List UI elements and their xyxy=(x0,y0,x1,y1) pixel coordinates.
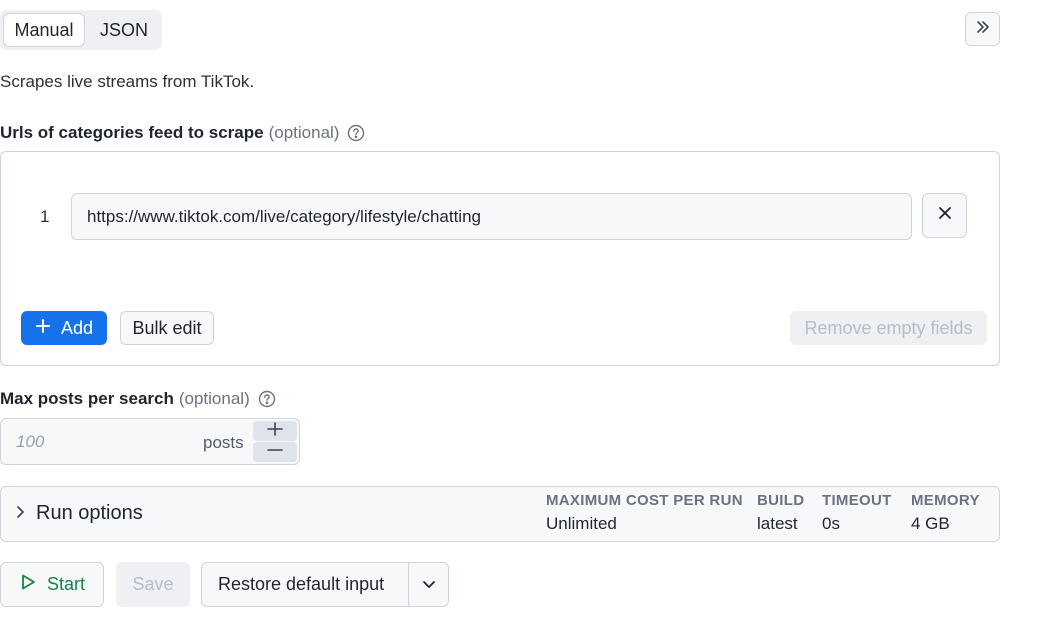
build-label: BUILD xyxy=(757,492,805,509)
play-icon xyxy=(19,573,37,596)
increment-button[interactable] xyxy=(253,421,297,441)
plus-icon xyxy=(267,421,283,441)
collapse-panel-button[interactable] xyxy=(965,12,1000,46)
help-circle-icon[interactable] xyxy=(258,390,276,408)
add-button-label: Add xyxy=(60,317,94,338)
memory-label: MEMORY xyxy=(911,492,980,509)
run-options-title: Run options xyxy=(36,502,143,524)
max-posts-label-text: Max posts per search xyxy=(0,389,174,408)
mode-tabs: Manual JSON xyxy=(0,10,162,50)
save-button[interactable]: Save xyxy=(116,562,190,607)
start-button[interactable]: Start xyxy=(0,562,104,607)
max-posts-placeholder: 100 xyxy=(16,432,45,451)
max-posts-optional-text: (optional) xyxy=(178,389,250,408)
url-input[interactable]: https://www.tiktok.com/live/category/lif… xyxy=(71,193,912,240)
chevron-right-icon xyxy=(15,504,27,525)
urls-optional-text: (optional) xyxy=(268,123,340,142)
build-value: latest xyxy=(757,514,798,533)
chevron-down-icon[interactable] xyxy=(409,563,449,606)
timeout-label: TIMEOUT xyxy=(822,492,892,509)
double-chevron-right-icon xyxy=(975,19,991,40)
tab-json[interactable]: JSON xyxy=(88,13,160,47)
start-button-label: Start xyxy=(46,574,85,594)
max-posts-field-label: Max posts per search (optional) xyxy=(0,389,276,409)
tab-manual[interactable]: Manual xyxy=(3,13,85,47)
timeout-value: 0s xyxy=(822,514,840,533)
minus-icon xyxy=(267,443,283,462)
url-row-index: 1 xyxy=(40,207,50,226)
url-input-value: https://www.tiktok.com/live/category/lif… xyxy=(87,206,481,226)
add-url-button[interactable]: Add xyxy=(21,311,107,345)
plus-icon xyxy=(35,318,51,339)
remove-url-button[interactable] xyxy=(922,193,967,238)
max-cost-value: Unlimited xyxy=(546,514,617,533)
help-circle-icon[interactable] xyxy=(347,124,365,142)
close-icon xyxy=(938,206,952,225)
urls-label-text: Urls of categories feed to scrape xyxy=(0,123,264,142)
restore-default-input-button[interactable]: Restore default input xyxy=(201,562,449,607)
memory-value: 4 GB xyxy=(911,514,950,533)
actor-description: Scrapes live streams from TikTok. xyxy=(0,72,255,91)
decrement-button[interactable] xyxy=(253,442,297,462)
max-posts-unit: posts xyxy=(203,433,244,452)
urls-field-label: Urls of categories feed to scrape (optio… xyxy=(0,123,365,143)
bulk-edit-button[interactable]: Bulk edit xyxy=(120,311,214,345)
max-cost-label: MAXIMUM COST PER RUN xyxy=(546,492,743,509)
remove-empty-fields-button[interactable]: Remove empty fields xyxy=(790,311,987,345)
restore-button-label: Restore default input xyxy=(218,574,385,594)
